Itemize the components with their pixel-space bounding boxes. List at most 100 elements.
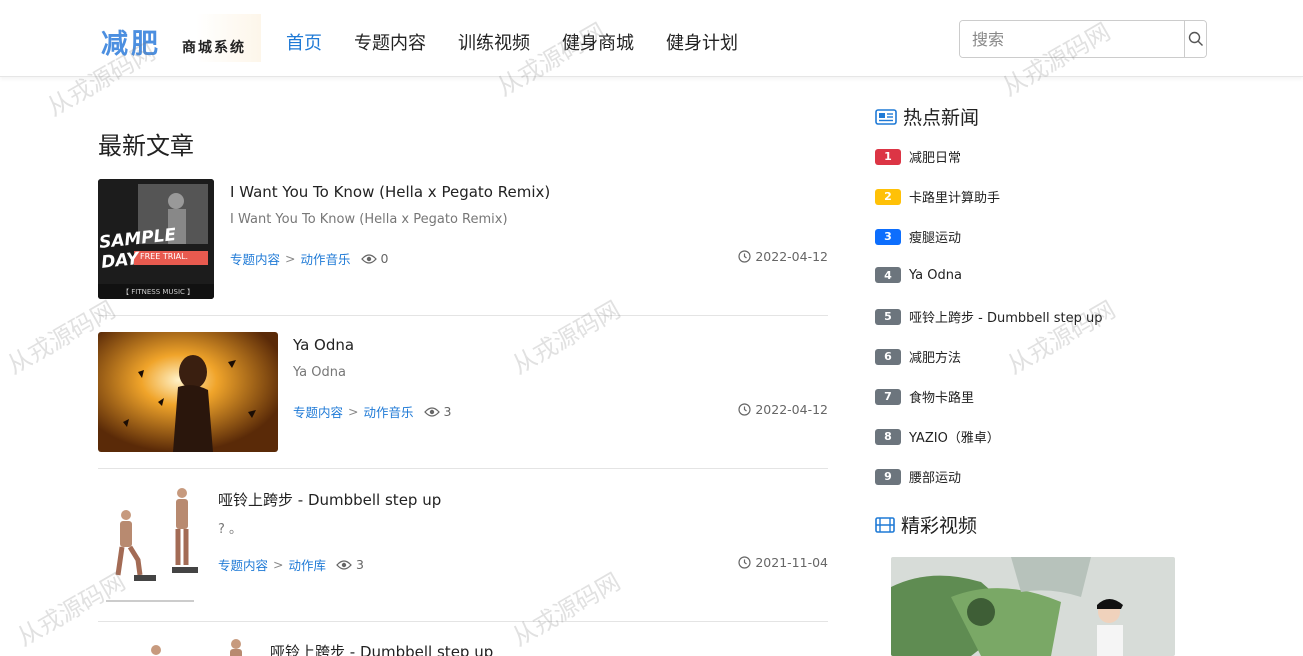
article-thumbnail[interactable] bbox=[98, 638, 258, 656]
hot-news-item[interactable]: 3 瘦腿运动 bbox=[875, 227, 961, 246]
view-count-value: 0 bbox=[380, 251, 389, 266]
article-meta: 专题内容 > 动作音乐 0 bbox=[230, 249, 388, 268]
hot-news-label[interactable]: 食物卡路里 bbox=[909, 387, 974, 406]
rank-badge: 1 bbox=[875, 148, 901, 165]
hot-news-title-text: 热点新闻 bbox=[903, 107, 980, 129]
hot-news-label[interactable]: 哑铃上跨步 - Dumbbell step up bbox=[909, 307, 1102, 326]
rank-badge: 4 bbox=[875, 267, 901, 283]
hot-news-item[interactable]: 9 腰部运动 bbox=[875, 467, 961, 486]
hot-news-label[interactable]: 减肥方法 bbox=[909, 347, 961, 366]
article-title[interactable]: I Want You To Know (Hella x Pegato Remix… bbox=[230, 183, 550, 201]
hot-news-item[interactable]: 5 哑铃上跨步 - Dumbbell step up bbox=[875, 307, 1102, 326]
hot-news-item[interactable]: 8 YAZIO（雅卓） bbox=[875, 427, 1000, 446]
rank-badge: 3 bbox=[875, 228, 901, 245]
nav-item-shop[interactable]: 健身商城 bbox=[562, 29, 634, 55]
eye-icon bbox=[336, 559, 352, 570]
rank-badge: 5 bbox=[875, 308, 901, 325]
thumb-sub-text: FREE TRIAL. bbox=[140, 252, 189, 261]
eye-icon bbox=[423, 406, 440, 417]
article-meta: 专题内容 > 动作库 3 bbox=[218, 555, 364, 574]
view-count: 3 bbox=[336, 557, 364, 572]
divider bbox=[98, 315, 828, 316]
hot-news-label[interactable]: Ya Odna bbox=[909, 268, 962, 283]
hot-news-item[interactable]: 1 减肥日常 bbox=[875, 147, 961, 166]
article-item[interactable]: Ya Odna Ya Odna 专题内容 > 动作音乐 3 2022-04-12 bbox=[98, 332, 828, 469]
hulk-video-image bbox=[891, 557, 1175, 656]
nav-item-home[interactable]: 首页 bbox=[286, 29, 322, 55]
top-navbar: 减肥 商城系统 首页 专题内容 训练视频 健身商城 健身计划 bbox=[0, 0, 1303, 77]
dumbbell-step-up-image bbox=[151, 639, 242, 656]
rank-badge: 6 bbox=[875, 348, 901, 365]
film-icon bbox=[875, 516, 895, 533]
article-title[interactable]: Ya Odna bbox=[293, 336, 354, 354]
hot-news-label[interactable]: 卡路里计算助手 bbox=[909, 187, 1000, 206]
hot-news-item[interactable]: 2 卡路里计算助手 bbox=[875, 187, 1000, 206]
category-link[interactable]: 专题内容 bbox=[230, 249, 280, 268]
main-nav: 首页 专题内容 训练视频 健身商城 健身计划 bbox=[286, 29, 770, 55]
nav-item-plans[interactable]: 健身计划 bbox=[666, 29, 738, 55]
date-value: 2022-04-12 bbox=[755, 402, 828, 417]
rank-badge: 2 bbox=[875, 188, 901, 205]
article-thumbnail[interactable]: SAMPLE DAY FREE TRIAL. 【 FITNESS MUSIC 】 bbox=[98, 179, 214, 299]
clock-icon bbox=[738, 556, 751, 569]
article-date: 2022-04-12 bbox=[738, 249, 828, 264]
clock-icon bbox=[738, 250, 751, 263]
article-title[interactable]: 哑铃上跨步 - Dumbbell step up bbox=[270, 641, 493, 656]
article-item[interactable]: SAMPLE DAY FREE TRIAL. 【 FITNESS MUSIC 】… bbox=[98, 179, 828, 316]
view-count-value: 3 bbox=[443, 404, 452, 419]
search-icon bbox=[1188, 31, 1203, 46]
hot-news-label[interactable]: 瘦腿运动 bbox=[909, 227, 961, 246]
logo-main-text: 减肥 bbox=[101, 29, 161, 60]
hot-news-title: 热点新闻 bbox=[875, 103, 979, 130]
subcategory-link[interactable]: 动作音乐 bbox=[364, 402, 414, 421]
watermark-text: 从戎源码网 bbox=[1002, 295, 1121, 380]
category-link[interactable]: 专题内容 bbox=[218, 555, 268, 574]
article-item[interactable]: 哑铃上跨步 - Dumbbell step up ? 。 专题内容 > 动作库 … bbox=[98, 485, 828, 622]
nav-item-topics[interactable]: 专题内容 bbox=[354, 29, 426, 55]
view-count: 0 bbox=[360, 251, 389, 266]
hot-news-label[interactable]: 减肥日常 bbox=[909, 147, 961, 166]
newspaper-icon bbox=[875, 108, 897, 125]
breadcrumb-separator: > bbox=[285, 251, 296, 266]
article-desc: ? 。 bbox=[218, 522, 243, 537]
article-desc: I Want You To Know (Hella x Pegato Remix… bbox=[230, 212, 508, 227]
search-button[interactable] bbox=[1184, 21, 1206, 57]
subcategory-link[interactable]: 动作音乐 bbox=[301, 249, 351, 268]
article-meta: 专题内容 > 动作音乐 3 bbox=[293, 402, 451, 421]
hot-news-item[interactable]: 7 食物卡路里 bbox=[875, 387, 974, 406]
video-thumbnail[interactable] bbox=[891, 557, 1175, 656]
woman-feathers-image bbox=[98, 332, 278, 452]
article-desc: Ya Odna bbox=[293, 365, 346, 380]
date-value: 2021-11-04 bbox=[755, 555, 828, 570]
article-title[interactable]: 哑铃上跨步 - Dumbbell step up bbox=[218, 489, 441, 510]
thumb-foot-text: 【 FITNESS MUSIC 】 bbox=[122, 288, 195, 296]
search-input[interactable] bbox=[960, 21, 1184, 57]
article-date: 2022-04-12 bbox=[738, 402, 828, 417]
view-count: 3 bbox=[423, 404, 452, 419]
clock-icon bbox=[738, 403, 751, 416]
breadcrumb-separator: > bbox=[348, 404, 359, 419]
article-thumbnail[interactable] bbox=[98, 485, 202, 605]
latest-articles-title: 最新文章 bbox=[98, 132, 194, 160]
article-item[interactable]: 哑铃上跨步 - Dumbbell step up bbox=[98, 638, 828, 656]
nav-item-videos[interactable]: 训练视频 bbox=[458, 29, 530, 55]
divider bbox=[98, 468, 828, 469]
rank-badge: 9 bbox=[875, 468, 901, 485]
hot-news-item[interactable]: 4 Ya Odna bbox=[875, 267, 962, 283]
site-logo[interactable]: 减肥 商城系统 bbox=[98, 14, 261, 62]
subcategory-link[interactable]: 动作库 bbox=[289, 555, 327, 574]
search-box bbox=[959, 20, 1207, 58]
category-link[interactable]: 专题内容 bbox=[293, 402, 343, 421]
hot-news-label[interactable]: 腰部运动 bbox=[909, 467, 961, 486]
rank-badge: 7 bbox=[875, 388, 901, 405]
dumbbell-step-up-image bbox=[98, 485, 202, 605]
logo-sub-text: 商城系统 bbox=[182, 40, 246, 56]
divider bbox=[98, 621, 828, 622]
eye-icon bbox=[360, 253, 377, 264]
hot-news-item[interactable]: 6 减肥方法 bbox=[875, 347, 961, 366]
article-thumbnail[interactable] bbox=[98, 332, 278, 452]
featured-videos-title: 精彩视频 bbox=[875, 511, 977, 538]
article-date: 2021-11-04 bbox=[738, 555, 828, 570]
hot-news-label[interactable]: YAZIO（雅卓） bbox=[909, 427, 1000, 446]
view-count-value: 3 bbox=[356, 557, 364, 572]
